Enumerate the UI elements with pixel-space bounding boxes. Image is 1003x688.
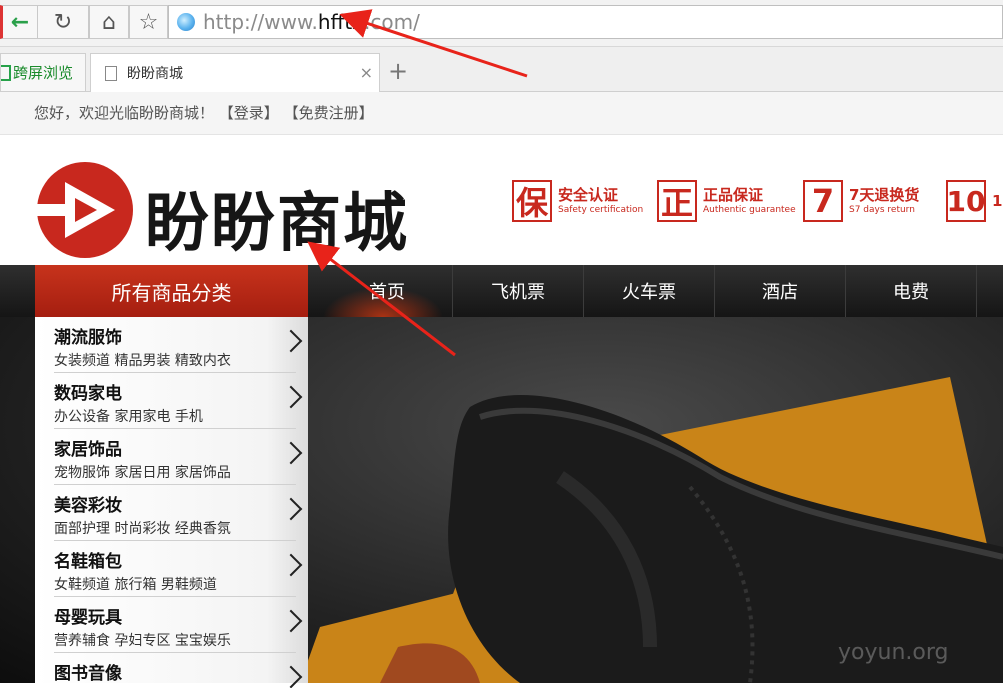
back-button[interactable]: ← <box>0 5 38 39</box>
badge-icon: 正 <box>657 180 697 222</box>
home-button[interactable]: ⌂ <box>89 5 129 39</box>
badge-icon: 10 <box>946 180 986 222</box>
badge-authentic: 正 正品保证 Authentic guarantee <box>657 177 796 225</box>
nav-trains[interactable]: 火车票 <box>584 265 715 317</box>
address-bar[interactable]: http://www.hfftx.com/ <box>168 5 1003 39</box>
site-topbar: 您好，欢迎光临盼盼商城！ 【登录】 【免费注册】 <box>0 92 1003 135</box>
chevron-right-icon <box>279 553 303 577</box>
category-panel: 潮流服饰 女装频道 精品男装 精致内衣 数码家电 办公设备 家用家电 手机 家居… <box>35 317 308 688</box>
tab-label: 盼盼商城 <box>127 66 183 82</box>
category-subtitle[interactable]: 女装频道 精品男装 精致内衣 <box>54 350 231 370</box>
badge-partial: 10 1 <box>946 177 1002 225</box>
nav-home[interactable]: 首页 <box>322 265 453 317</box>
chevron-right-icon <box>279 441 303 465</box>
nav-hotels[interactable]: 酒店 <box>715 265 846 317</box>
category-title[interactable]: 母婴玩具 <box>54 603 122 628</box>
badge-icon: 保 <box>512 180 552 222</box>
badge-title: 安全认证 <box>558 186 619 204</box>
category-item[interactable]: 图书音像 <box>35 653 308 688</box>
category-subtitle[interactable]: 办公设备 家用家电 手机 <box>54 406 203 426</box>
category-subtitle[interactable]: 营养辅食 孕妇专区 宝宝娱乐 <box>54 630 231 650</box>
all-categories-button[interactable]: 所有商品分类 <box>35 265 308 317</box>
category-title[interactable]: 数码家电 <box>54 379 122 404</box>
category-item[interactable]: 母婴玩具 营养辅食 孕妇专区 宝宝娱乐 <box>35 597 308 653</box>
url-suffix: .com/ <box>364 10 420 34</box>
tab-close-icon[interactable]: × <box>360 63 373 82</box>
browser-toolbar: ← ↻ ⌂ ☆ http://www.hfftx.com/ <box>0 0 1003 47</box>
tab-label: 跨屏浏览 <box>13 64 74 82</box>
chevron-right-icon <box>279 665 303 688</box>
chevron-right-icon <box>279 329 303 353</box>
url-prefix: http://www. <box>203 10 318 34</box>
category-title[interactable]: 潮流服饰 <box>54 323 122 348</box>
nav-flights[interactable]: 飞机票 <box>453 265 584 317</box>
category-title[interactable]: 家居饰品 <box>54 435 122 460</box>
refresh-button[interactable]: ↻ <box>37 5 89 39</box>
url-host: hfftx <box>317 10 365 34</box>
badge-title: 1 <box>992 192 1003 210</box>
chevron-right-icon <box>279 497 303 521</box>
chevron-right-icon <box>279 385 303 409</box>
category-item[interactable]: 美容彩妆 面部护理 时尚彩妆 经典香氛 <box>35 485 308 541</box>
category-title[interactable]: 图书音像 <box>54 659 122 684</box>
main-nav: 所有商品分类 首页 飞机票 火车票 酒店 电费 <box>0 265 1003 317</box>
cross-screen-icon <box>1 64 11 81</box>
site-globe-icon <box>177 13 195 31</box>
category-title[interactable]: 美容彩妆 <box>54 491 122 516</box>
logo-icon[interactable] <box>35 160 135 260</box>
tab-cross-screen[interactable]: 跨屏浏览 <box>0 53 86 91</box>
star-icon: ☆ <box>138 9 159 35</box>
category-item[interactable]: 名鞋箱包 女鞋频道 旅行箱 男鞋频道 <box>35 541 308 597</box>
tab-panpan-mall[interactable]: 盼盼商城 × <box>90 53 380 92</box>
refresh-icon: ↻ <box>53 9 73 35</box>
badge-safety: 保 安全认证 Safety certification <box>512 177 643 225</box>
tab-strip: 跨屏浏览 盼盼商城 × + <box>0 47 1003 92</box>
badge-subtitle: Safety certification <box>558 205 644 215</box>
chevron-right-icon <box>279 609 303 633</box>
register-link[interactable]: 【免费注册】 <box>284 104 374 122</box>
home-icon: ⌂ <box>102 9 116 35</box>
login-link[interactable]: 【登录】 <box>219 104 279 122</box>
badge-return: 7 7天退换货 S7 days return <box>803 177 919 225</box>
address-url[interactable]: http://www.hfftx.com/ <box>203 8 420 36</box>
bookmark-button[interactable]: ☆ <box>129 5 168 39</box>
badge-icon: 7 <box>803 180 843 222</box>
category-subtitle[interactable]: 女鞋频道 旅行箱 男鞋频道 <box>54 574 217 594</box>
category-subtitle[interactable]: 宠物服饰 家居日用 家居饰品 <box>54 462 231 482</box>
badge-title: 7天退换货 <box>849 186 920 204</box>
logo-text[interactable]: 盼盼商城 <box>145 172 409 264</box>
category-item[interactable]: 数码家电 办公设备 家用家电 手机 <box>35 373 308 429</box>
page-icon <box>105 65 117 81</box>
category-subtitle[interactable]: 面部护理 时尚彩妆 经典香氛 <box>54 518 231 538</box>
category-title[interactable]: 名鞋箱包 <box>54 547 122 572</box>
badge-title: 正品保证 <box>703 186 764 204</box>
category-item[interactable]: 潮流服饰 女装频道 精品男装 精致内衣 <box>35 317 308 373</box>
back-arrow-icon: ← <box>10 9 30 35</box>
new-tab-button[interactable]: + <box>388 57 408 85</box>
badge-subtitle: S7 days return <box>849 205 915 215</box>
category-item[interactable]: 家居饰品 宠物服饰 家居日用 家居饰品 <box>35 429 308 485</box>
nav-electricity[interactable]: 电费 <box>846 265 977 317</box>
welcome-text: 您好，欢迎光临盼盼商城！ <box>34 104 215 122</box>
badge-subtitle: Authentic guarantee <box>703 205 796 215</box>
watermark-text: yoyun.org <box>838 640 949 665</box>
